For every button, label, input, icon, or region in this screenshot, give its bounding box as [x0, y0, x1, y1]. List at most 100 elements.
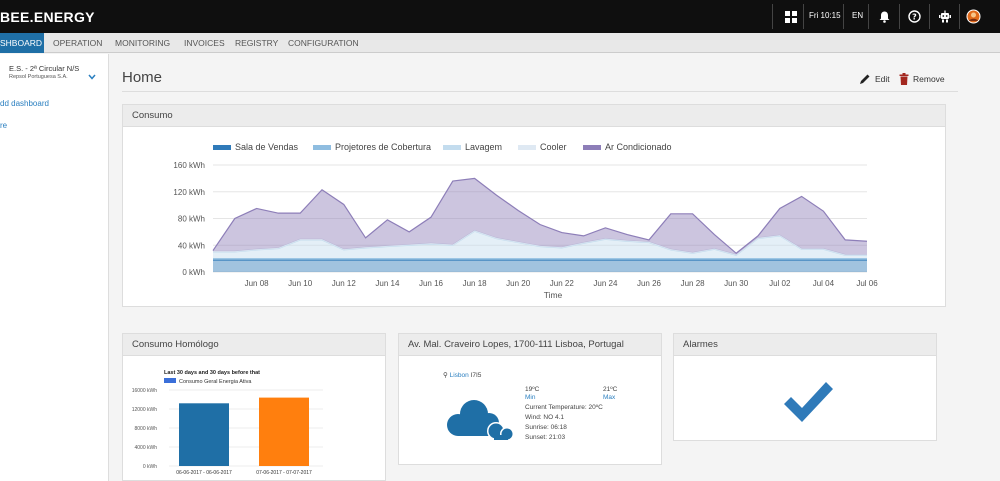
chevron-down-icon[interactable] — [88, 67, 96, 85]
add-dashboard-link[interactable]: dd dashboard — [0, 99, 49, 108]
legend-label: Sala de Vendas — [235, 142, 299, 152]
more-link[interactable]: re — [0, 121, 7, 130]
legend-swatch — [518, 145, 536, 150]
nav-registry[interactable]: REGISTRY — [235, 33, 278, 53]
nav-configuration[interactable]: CONFIGURATION — [288, 33, 359, 53]
x-axis-label: Time — [544, 290, 563, 300]
legend-swatch — [164, 378, 176, 383]
trash-icon — [899, 73, 909, 85]
legend-item[interactable]: Sala de Vendas — [213, 142, 299, 152]
legend-label: Ar Condicionado — [605, 142, 672, 152]
nav-dashboard[interactable]: SHBOARD — [0, 33, 44, 53]
y-tick-label: 12000 kWh — [132, 407, 158, 413]
max-label: Max — [603, 394, 616, 401]
x-tick-label: Jun 12 — [332, 279, 357, 288]
current-temperature: Current Temperature: 20ºC — [525, 404, 603, 411]
bar[interactable] — [179, 403, 229, 466]
x-tick-label: Jun 28 — [681, 279, 706, 288]
weather-panel: Av. Mal. Craveiro Lopes, 1700-111 Lisboa… — [398, 333, 662, 465]
x-tick-label: 07-06-2017 - 07-07-2017 — [256, 470, 312, 476]
site-name: E.S. - 2ª Circular N/S — [9, 64, 80, 73]
x-tick-label: Jul 04 — [813, 279, 835, 288]
legend-label: Cooler — [540, 142, 567, 152]
y-tick-label: 8000 kWh — [134, 426, 157, 432]
legend-item[interactable]: Projetores de Cobertura — [313, 142, 431, 152]
location-row: ⚲ Lisbon I7I5 — [443, 371, 481, 379]
alarmes-panel: Alarmes — [673, 333, 937, 441]
x-tick-label: Jul 02 — [769, 279, 791, 288]
legend-swatch — [313, 145, 331, 150]
main-nav: SHBOARD OPERATION MONITORING INVOICES RE… — [0, 33, 1000, 53]
legend-label: Projetores de Cobertura — [335, 142, 431, 152]
sidebar: E.S. - 2ª Circular N/S Repsol Portuguesa… — [0, 54, 109, 481]
x-tick-label: Jun 26 — [637, 279, 662, 288]
y-tick-label: 16000 kWh — [132, 388, 158, 394]
weather-address: Av. Mal. Craveiro Lopes, 1700-111 Lisboa… — [399, 334, 661, 356]
bell-icon[interactable] — [868, 0, 900, 33]
divider — [122, 91, 958, 92]
consumo-homologo-panel: Consumo Homólogo Last 30 days and 30 day… — [122, 333, 386, 481]
x-tick-label: Jun 16 — [419, 279, 444, 288]
language-selector[interactable]: EN — [852, 11, 863, 20]
y-tick-label: 40 kWh — [178, 241, 205, 250]
consumo-homologo-chart[interactable]: Last 30 days and 30 days before that Cons… — [123, 356, 385, 481]
top-bar: BEE.ENERGY Fri 10:15 EN ? — [0, 0, 1000, 33]
legend-label: Consumo Geral Energia Ativa — [179, 379, 252, 385]
x-tick-label: Jun 22 — [550, 279, 575, 288]
consumo-chart[interactable]: Sala de Vendas Projetores de Cobertura Lav… — [123, 127, 945, 307]
edit-button[interactable]: Edit — [859, 73, 890, 85]
x-tick-label: Jun 08 — [245, 279, 270, 288]
consumo-homologo-title: Consumo Homólogo — [123, 334, 385, 356]
x-tick-label: Jun 14 — [375, 279, 400, 288]
map-pin-icon: ⚲ — [443, 372, 448, 379]
cloud-icon — [444, 397, 516, 448]
site-company: Repsol Portuguesa S.A. — [9, 74, 68, 80]
legend-swatch — [443, 145, 461, 150]
consumo-panel-title: Consumo — [123, 105, 945, 127]
weather-code: I7I5 — [470, 372, 482, 379]
y-tick-label: 4000 kWh — [134, 445, 157, 451]
divider — [843, 4, 844, 29]
legend-item[interactable]: Lavagem — [443, 142, 502, 152]
y-tick-label: 0 kWh — [143, 464, 157, 470]
min-temp: 19ºC — [525, 386, 540, 393]
legend-item[interactable]: Ar Condicionado — [583, 142, 672, 152]
x-tick-label: Jun 18 — [463, 279, 488, 288]
x-tick-label: Jul 06 — [856, 279, 878, 288]
brand-logo[interactable]: BEE.ENERGY — [0, 9, 95, 25]
y-tick-label: 80 kWh — [178, 215, 205, 224]
max-temp: 21ºC — [603, 386, 618, 393]
min-label: Min — [525, 394, 536, 401]
alarmes-title: Alarmes — [674, 334, 936, 356]
pencil-icon — [860, 74, 870, 84]
x-tick-label: Jun 24 — [593, 279, 618, 288]
page-title: Home — [122, 69, 163, 86]
x-tick-label: Jun 30 — [724, 279, 749, 288]
x-tick-label: Jun 10 — [288, 279, 313, 288]
svg-text:?: ? — [912, 13, 917, 22]
user-avatar-icon[interactable] — [957, 0, 989, 33]
nav-invoices[interactable]: INVOICES — [184, 33, 225, 53]
edit-label: Edit — [875, 74, 890, 84]
consumo-panel: Consumo Sala de Vendas Projetores de Cobe… — [122, 104, 946, 307]
divider — [803, 4, 804, 29]
remove-button[interactable]: Remove — [899, 73, 945, 85]
checkmark-icon — [781, 379, 835, 430]
x-tick-label: Jun 20 — [506, 279, 531, 288]
nav-monitoring[interactable]: MONITORING — [115, 33, 170, 53]
city-link[interactable]: Lisbon — [450, 372, 469, 379]
sunrise: Sunrise: 06:18 — [525, 424, 567, 431]
legend-item[interactable]: Cooler — [518, 142, 567, 152]
series-area — [213, 259, 867, 272]
y-tick-label: 160 kWh — [173, 161, 205, 170]
legend-swatch — [213, 145, 231, 150]
help-icon[interactable]: ? — [898, 0, 930, 33]
bar[interactable] — [259, 397, 309, 466]
y-tick-label: 120 kWh — [173, 188, 205, 197]
legend-label: Lavagem — [465, 142, 502, 152]
nav-operation[interactable]: OPERATION — [53, 33, 102, 53]
y-tick-label: 0 kWh — [182, 268, 205, 277]
sunset: Sunset: 21:03 — [525, 434, 566, 441]
date-time: Fri 10:15 — [809, 11, 841, 20]
legend-swatch — [583, 145, 601, 150]
